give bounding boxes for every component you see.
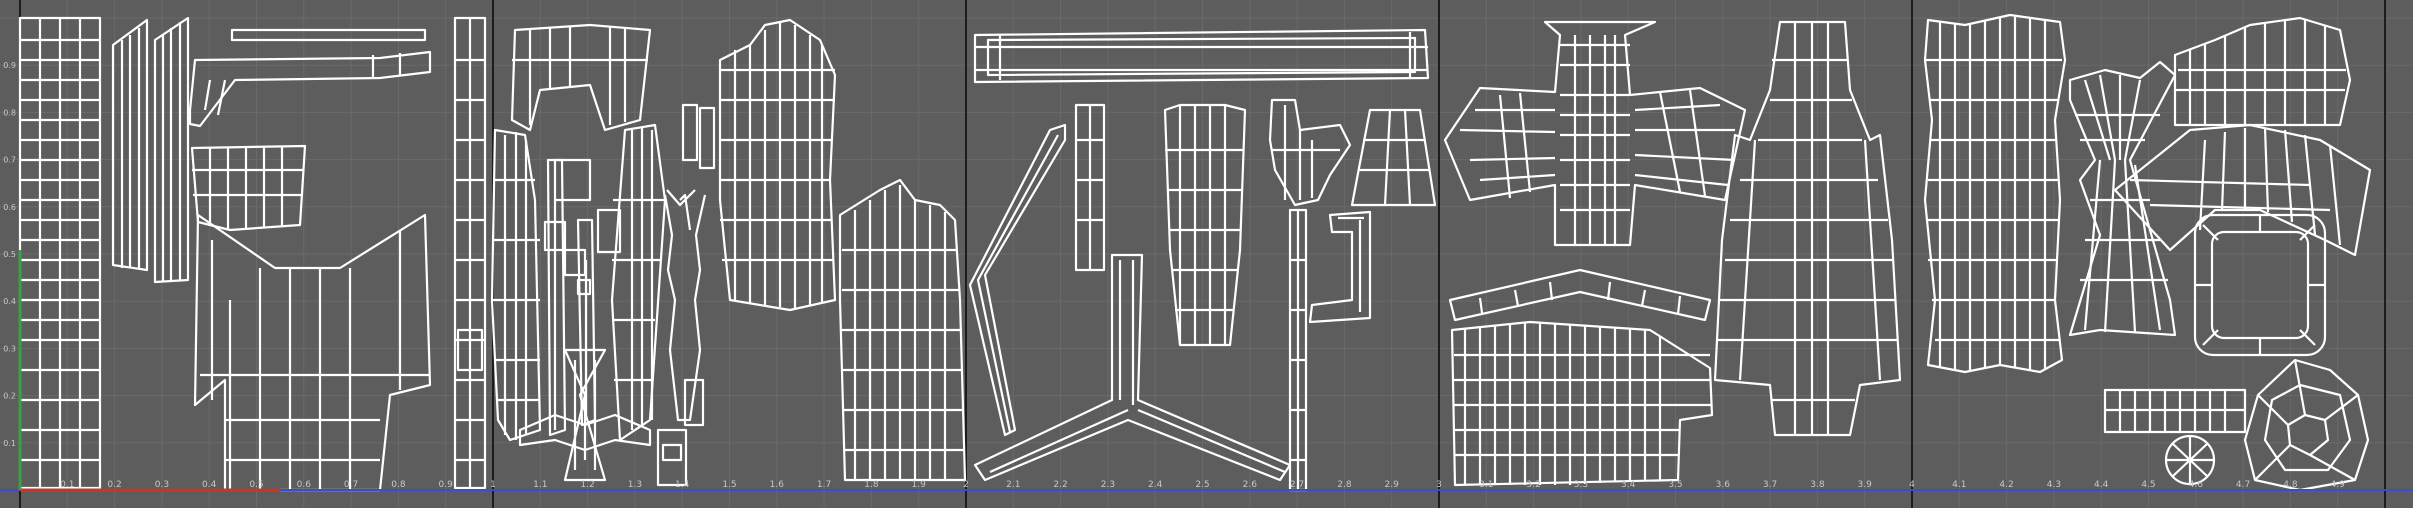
- uv-editor-viewport[interactable]: 0.1 0.2 0.3 0.4 0.5 0.6 0.7 0.8 0.9 1 1.1 1.2 1.3 1.4…: [0, 0, 2413, 508]
- u-tick-label: 2.4: [1148, 480, 1163, 490]
- u-tick-label: 2.5: [1195, 480, 1209, 490]
- u-tick-label: 1.5: [722, 480, 736, 490]
- u-tick-label: 4.5: [2141, 480, 2155, 490]
- u-tick-label: 4.8: [2283, 480, 2298, 490]
- v-tick-label: 0.7: [3, 156, 16, 165]
- u-tick-label: 3.1: [1479, 480, 1493, 490]
- u-tick-label: 2.9: [1385, 480, 1400, 490]
- v-tick-label: 0.8: [3, 108, 16, 117]
- u-tick-label: 4.3: [2047, 480, 2061, 490]
- u-tick-label: 3.2: [1526, 480, 1540, 490]
- u-tick-labels: 0.1 0.2 0.3 0.4 0.5 0.6 0.7 0.8 0.9 1 1.1 1.2 1.3 1.4…: [60, 480, 2345, 490]
- u-tick-label: 1.4: [675, 480, 690, 490]
- u-tick-label: 4.6: [2189, 480, 2204, 490]
- u-tick-label: 1.2: [580, 480, 594, 490]
- u-tick-label: 1.3: [628, 480, 642, 490]
- u-tick-label: 0.5: [249, 480, 263, 490]
- u-tick-label: 4.4: [2094, 480, 2109, 490]
- u-tick-label: 2.2: [1053, 480, 1067, 490]
- u-tick-label: 4.9: [2331, 480, 2346, 490]
- u-tick-label: 0.1: [60, 480, 74, 490]
- u-tick-label: 1.7: [817, 480, 831, 490]
- u-tick-label: 2.8: [1337, 480, 1352, 490]
- u-tick-label: 1.1: [533, 480, 547, 490]
- u-tick-label: 0.8: [391, 480, 406, 490]
- u-tick-label: 3.8: [1810, 480, 1825, 490]
- u-tick-label: 1: [490, 480, 496, 490]
- v-tick-label: 0.2: [3, 392, 16, 401]
- u-tick-label: 3.7: [1763, 480, 1777, 490]
- u-tick-label: 4.2: [1999, 480, 2013, 490]
- u-tick-label: 0.2: [107, 480, 121, 490]
- u-tick-label: 0.9: [439, 480, 454, 490]
- u-tick-label: 3: [1436, 480, 1442, 490]
- u-tick-label: 3.6: [1716, 480, 1731, 490]
- u-tick-label: 1.6: [770, 480, 785, 490]
- u-tick-label: 4.1: [1952, 480, 1966, 490]
- v-tick-label: 0.5: [3, 250, 16, 259]
- v-tick-label: 0.9: [3, 61, 16, 70]
- u-tick-label: 2.3: [1101, 480, 1115, 490]
- v-tick-label: 0.4: [3, 297, 16, 306]
- u-tick-label: 0.7: [344, 480, 358, 490]
- u-tick-label: 0.6: [297, 480, 312, 490]
- v-tick-label: 0.1: [3, 439, 16, 448]
- v-tick-label: 0.3: [3, 344, 16, 353]
- u-tick-label: 4: [1909, 480, 1915, 490]
- u-tick-label: 1.8: [864, 480, 879, 490]
- u-tick-label: 3.4: [1621, 480, 1636, 490]
- u-tick-label: 2.1: [1006, 480, 1020, 490]
- v-tick-label: 0.6: [3, 203, 16, 212]
- u-tick-label: 3.3: [1574, 480, 1588, 490]
- u-tick-label: 4.7: [2236, 480, 2250, 490]
- u-tick-label: 2.6: [1243, 480, 1258, 490]
- u-tick-label: 3.9: [1858, 480, 1873, 490]
- u-tick-label: 2: [963, 480, 969, 490]
- uv-shell-sphere[interactable]: [2164, 434, 2216, 486]
- u-tick-label: 0.3: [155, 480, 169, 490]
- u-tick-label: 1.9: [912, 480, 927, 490]
- u-tick-label: 2.7: [1290, 480, 1304, 490]
- u-tick-label: 3.5: [1668, 480, 1682, 490]
- u-tick-label: 0.4: [202, 480, 217, 490]
